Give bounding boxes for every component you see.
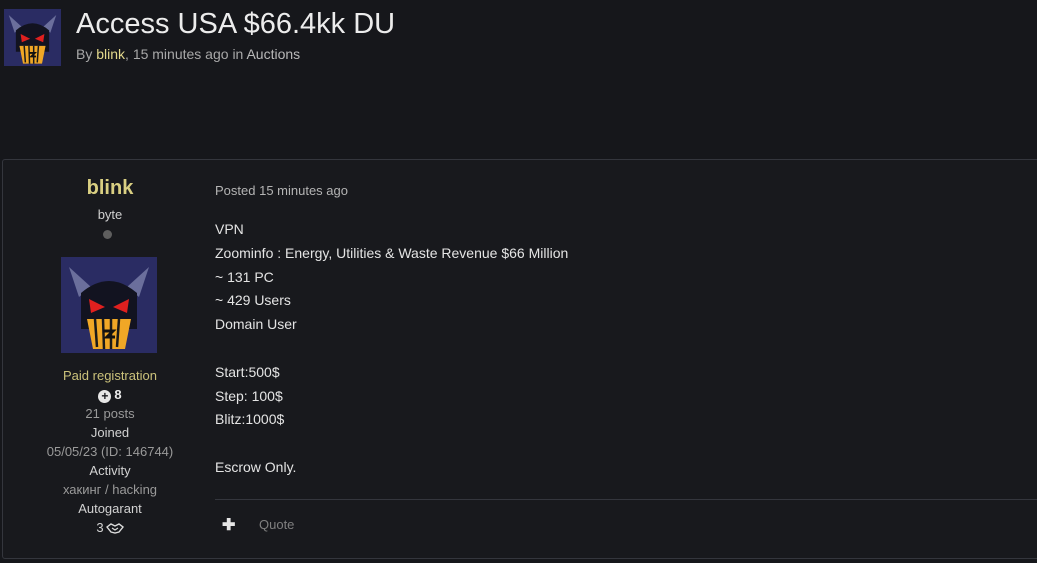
post-line: Escrow Only.	[215, 458, 297, 475]
offline-status-indicator	[103, 230, 112, 239]
activity-label: Activity	[89, 463, 131, 478]
autogarant-label: Autogarant	[78, 501, 142, 516]
author-avatar[interactable]	[61, 257, 157, 353]
reputation-value: 8	[114, 387, 122, 402]
topic-author-link[interactable]: blink	[96, 46, 125, 62]
author-group: Paid registration	[63, 368, 157, 383]
post-line: Start:500$	[215, 363, 280, 380]
post-line: VPN	[215, 221, 244, 237]
post-line: Blitz:1000$	[215, 411, 285, 428]
topic-byline: By blink, 15 minutes ago in Auctions	[76, 46, 301, 62]
post-content: VPN Zoominfo : Energy, Utilities & Waste…	[215, 218, 995, 480]
handshake-icon	[105, 523, 124, 534]
activity-value: хакинг / hacking	[62, 482, 158, 497]
author-post-count: 21 posts	[85, 406, 135, 421]
post-container: blink byte Paid registration +8 21 posts…	[2, 159, 1037, 559]
post-footer-divider	[215, 499, 1037, 500]
post-line: ~ 429 Users	[215, 292, 291, 309]
autogarant-value: 3	[96, 520, 104, 535]
post-line: Domain User	[215, 316, 297, 333]
quote-button[interactable]: Quote	[259, 517, 294, 532]
author-panel: blink byte Paid registration +8 21 posts…	[3, 160, 217, 558]
author-rank: byte	[97, 207, 123, 222]
post-line: ~ 131 PC	[215, 268, 274, 285]
plus-circle-icon: +	[98, 390, 112, 403]
joined-label: Joined	[90, 425, 130, 440]
post-line	[215, 432, 995, 456]
autogarant-count: 3	[3, 520, 217, 535]
plus-icon[interactable]: ✚	[222, 515, 235, 535]
post-line: Zoominfo : Energy, Utilities & Waste Rev…	[215, 244, 569, 261]
joined-value: 05/05/23 (ID: 146744)	[46, 444, 174, 459]
byline-by-label: By	[76, 46, 93, 62]
byline-in-label: in	[232, 46, 244, 62]
forum-link[interactable]: Auctions	[246, 46, 300, 62]
post-line: Step: 100$	[215, 387, 283, 404]
author-name-link[interactable]: blink	[3, 177, 217, 200]
author-reputation: +8	[3, 387, 217, 403]
post-line	[215, 337, 995, 361]
topic-title: Access USA $66.4kk DU	[76, 8, 396, 40]
topic-time: 15 minutes ago	[132, 46, 229, 62]
topic-author-avatar[interactable]	[4, 9, 61, 66]
post-date: Posted 15 minutes ago	[215, 183, 348, 198]
